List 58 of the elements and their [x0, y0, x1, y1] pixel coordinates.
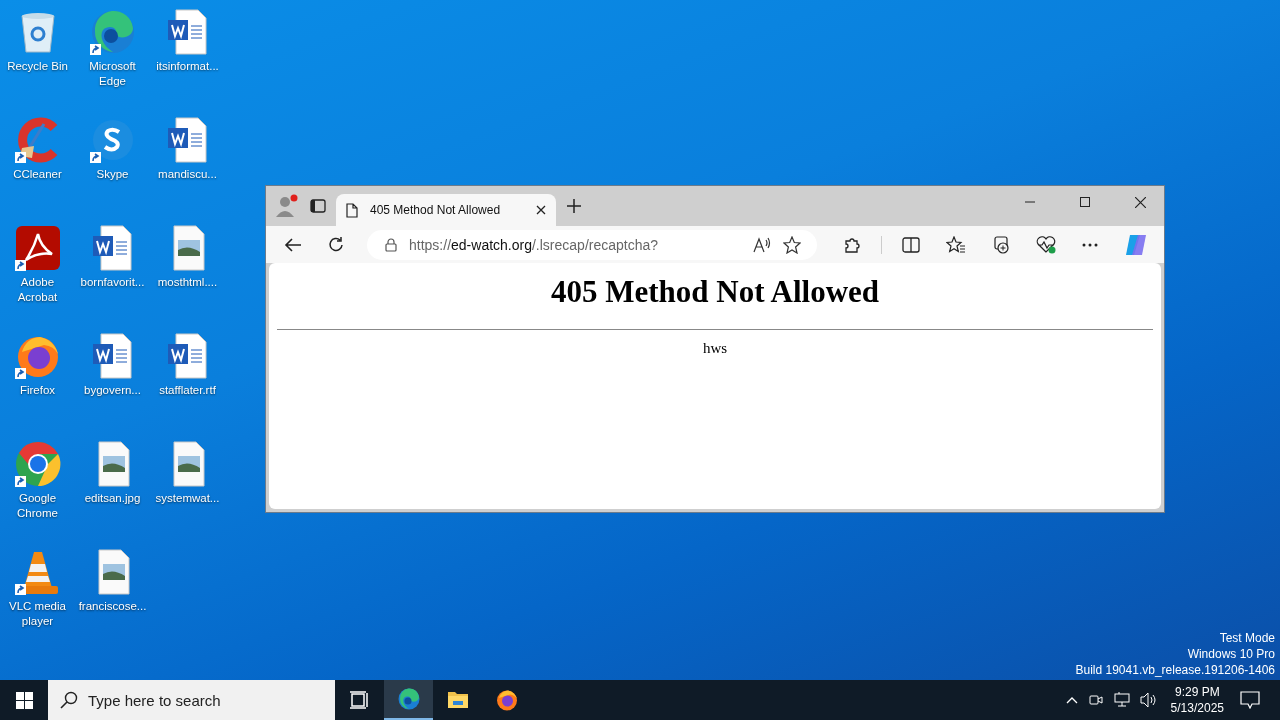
network-icon[interactable] — [1113, 692, 1130, 708]
notifications-icon[interactable] — [1240, 691, 1260, 709]
tab-actions-icon[interactable] — [310, 198, 326, 214]
desktop-icon-label[interactable]: Google Chrome — [0, 491, 75, 521]
desktop-icon-label[interactable]: mosthtml.... — [157, 275, 218, 290]
chrome-icon — [13, 440, 62, 488]
read-aloud-icon[interactable] — [753, 236, 771, 253]
desktop-icon-label[interactable]: mandiscu... — [158, 167, 217, 182]
address-bar[interactable]: https://ed-watch.org/.lsrecap/recaptcha? — [367, 229, 817, 260]
taskbar-app-button[interactable] — [384, 680, 433, 720]
search-field[interactable]: Type here to search — [48, 680, 335, 720]
extensions-icon[interactable] — [843, 235, 861, 254]
refresh-icon[interactable] — [328, 236, 345, 253]
lock-icon — [385, 237, 397, 252]
desktop-icon-label[interactable]: Recycle Bin — [7, 59, 68, 74]
desktop-icon-label[interactable]: bornfavorit... — [80, 275, 145, 290]
collections-icon[interactable] — [992, 235, 1010, 254]
desktop-icon-label[interactable]: franciscose... — [78, 599, 147, 614]
url-text: https://ed-watch.org/.lsrecap/recaptcha? — [409, 236, 659, 253]
search-icon — [60, 691, 78, 709]
page-heading: 405 Method Not Allowed — [549, 273, 881, 311]
system-notice-text: Windows 10 Pro — [1187, 646, 1275, 662]
volume-icon[interactable] — [1139, 692, 1158, 708]
maximize-icon[interactable] — [1080, 197, 1090, 207]
system-notice-text: Test Mode — [1219, 630, 1275, 646]
page-icon — [346, 202, 358, 218]
desktop-icon-label[interactable]: bygovern... — [84, 383, 141, 398]
desktop-icon-label[interactable]: itsinformat... — [156, 59, 219, 74]
windows-logo-icon — [15, 691, 33, 709]
clock[interactable]: 9:29 PM 5/13/2025 — [1170, 684, 1224, 716]
close-tab-icon[interactable] — [536, 205, 546, 215]
edge-icon — [396, 687, 421, 711]
camera-icon[interactable] — [1087, 692, 1104, 708]
server-name: hws — [701, 340, 729, 357]
desktop-icon-label[interactable]: stafflater.rtf — [159, 383, 216, 398]
favorites-icon[interactable] — [946, 235, 966, 254]
profile-avatar-icon[interactable] — [274, 193, 300, 219]
chevron-up-icon[interactable] — [1065, 696, 1078, 704]
firefox-icon — [494, 688, 519, 712]
desktop-icon-label[interactable]: VLC media player — [0, 599, 75, 629]
back-icon[interactable] — [284, 236, 302, 253]
desktop-icon-label[interactable]: editsan.jpg — [84, 491, 141, 506]
split-screen-icon[interactable] — [902, 236, 920, 253]
browser-tab[interactable]: 405 Method Not Allowed — [336, 194, 556, 226]
desktop-icon-label[interactable]: systemwat... — [155, 491, 220, 506]
more-icon[interactable] — [1082, 242, 1098, 247]
copilot-icon[interactable] — [1124, 232, 1148, 257]
desktop-icon-label[interactable]: Skype — [96, 167, 129, 182]
star-icon[interactable] — [783, 235, 801, 254]
heartbeat-icon[interactable] — [1036, 235, 1056, 254]
new-tab-icon[interactable] — [566, 198, 582, 214]
desktop-icon-label[interactable]: CCleaner — [13, 167, 62, 182]
close-icon[interactable] — [1135, 196, 1146, 208]
desktop-icon-label[interactable]: Microsoft Edge — [75, 59, 150, 89]
desktop-icon-label[interactable]: Adobe Acrobat — [0, 275, 75, 305]
system-notice-text: Build 19041.vb_release.191206-1406 — [1075, 662, 1275, 678]
acrobat-icon — [13, 224, 62, 272]
desktop-icon-label[interactable]: Firefox — [19, 383, 56, 398]
